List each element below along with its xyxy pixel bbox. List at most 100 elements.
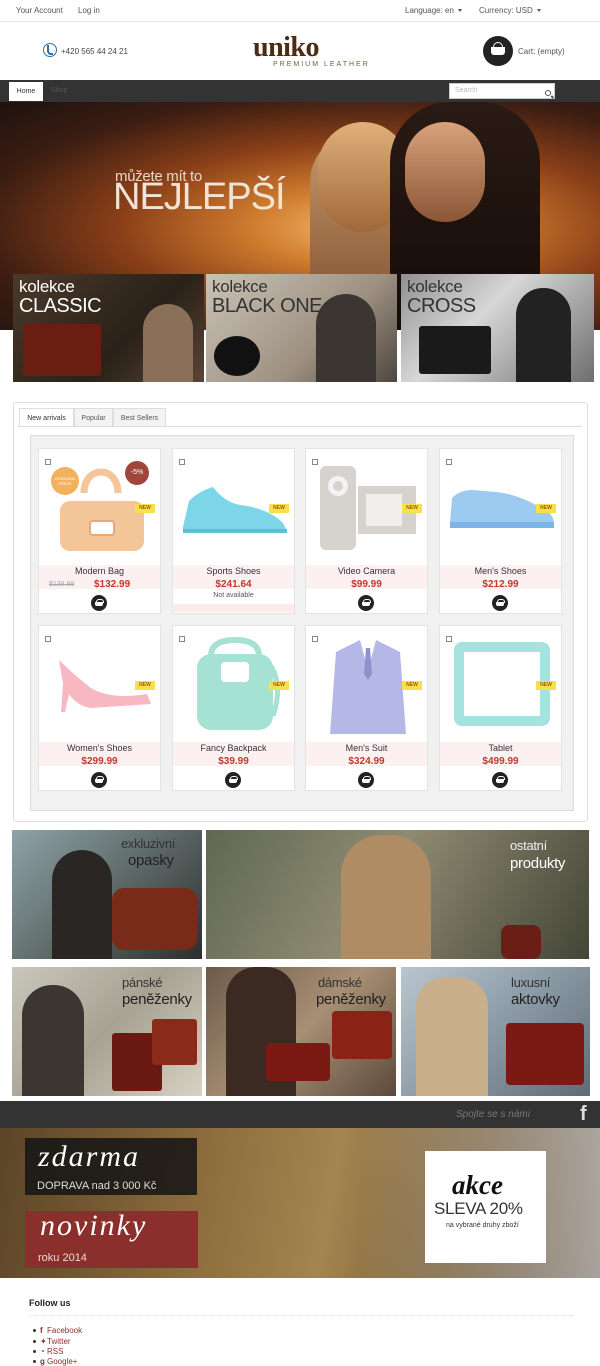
search-input[interactable]: Search	[449, 83, 555, 99]
product-card[interactable]: NEW Tablet $499.99	[439, 625, 562, 791]
banner-title: opasky	[128, 852, 174, 869]
logo[interactable]: uniko	[253, 34, 320, 62]
compare-checkbox[interactable]	[179, 459, 185, 465]
model-image	[143, 304, 193, 382]
product-price: $324.99	[348, 756, 385, 767]
follow-us-heading: Follow us	[29, 1298, 71, 1308]
top-bar: Your Account Log in Language: en Currenc…	[0, 0, 600, 22]
product-name[interactable]: Sports Shoes	[173, 566, 294, 576]
compare-checkbox[interactable]	[446, 459, 452, 465]
discount-badge: -5%	[125, 461, 149, 485]
cart-link[interactable]: Cart: (empty)	[518, 47, 565, 56]
compare-checkbox[interactable]	[45, 459, 51, 465]
footer-link-rss[interactable]: ◔ RSS	[33, 1347, 63, 1356]
footer-link-facebook[interactable]: f Facebook	[33, 1326, 82, 1335]
footer-link-twitter[interactable]: ✦Twitter	[33, 1337, 71, 1346]
add-to-cart-button[interactable]	[492, 595, 508, 611]
facebook-icon: f	[40, 1326, 43, 1335]
banner-briefcases[interactable]: luxusní aktovky	[401, 967, 590, 1096]
language-selector[interactable]: Language: en	[405, 6, 462, 15]
nav-home[interactable]: Home	[9, 82, 43, 101]
banner-label: exkluzivní	[121, 836, 176, 851]
banner-title: produkty	[510, 855, 566, 872]
product-name[interactable]: Video Camera	[306, 566, 427, 576]
your-account-link[interactable]: Your Account	[16, 6, 63, 15]
product-card[interactable]: NEW Men's Suit $324.99	[305, 625, 428, 791]
collection-cross[interactable]: kolekce CROSS	[401, 274, 594, 382]
banner-mens-wallets[interactable]: pánské peněženky	[12, 967, 202, 1096]
news-year: roku 2014	[38, 1252, 87, 1264]
product-card[interactable]: NEW Women's Shoes $299.99	[38, 625, 161, 791]
search-icon[interactable]	[545, 90, 551, 96]
product-card[interactable]: NEW Sports Shoes $241.64 Not available	[172, 448, 295, 614]
collection-black-one[interactable]: kolekce BLACK ONE	[206, 274, 397, 382]
footer-link-google-plus[interactable]: g Google+	[33, 1357, 77, 1366]
rss-icon: ◔	[40, 1347, 45, 1356]
banner-other-products[interactable]: ostatní produkty	[206, 830, 589, 959]
product-price: $132.99	[94, 579, 131, 590]
product-card[interactable]: NEW Fancy Backpack $39.99	[172, 625, 295, 791]
add-to-cart-button[interactable]	[225, 772, 241, 788]
banner-title: peněženky	[316, 991, 386, 1008]
sale-discount: SLEVA 20%	[434, 1199, 523, 1218]
compare-checkbox[interactable]	[45, 636, 51, 642]
product-price: $299.99	[81, 756, 118, 767]
product-card[interactable]: NEW Video Camera $99.99	[305, 448, 428, 614]
chevron-down-icon	[457, 9, 462, 12]
model-image	[341, 835, 431, 959]
facebook-icon[interactable]	[577, 1103, 591, 1126]
banner-belts[interactable]: exkluzivní opasky	[12, 830, 202, 959]
model-image	[22, 985, 84, 1096]
currency-label: Currency: USD	[479, 6, 533, 15]
product-name[interactable]: Men's Suit	[306, 743, 427, 753]
product-name[interactable]: Men's Shoes	[440, 566, 561, 576]
coin-purse-image	[214, 336, 260, 376]
free-shipping-text: DOPRAVA nad 3 000 Kč	[37, 1180, 157, 1192]
news-title: novinky	[40, 1209, 148, 1242]
product-name[interactable]: Women's Shoes	[39, 743, 160, 753]
compare-checkbox[interactable]	[312, 636, 318, 642]
free-shipping-title: zdarma	[38, 1140, 141, 1173]
footer-link-label: RSS	[47, 1347, 64, 1356]
tab-popular[interactable]: Popular	[74, 408, 113, 427]
hero-headline: NEJLEPŠÍ	[113, 176, 286, 218]
new-badge: NEW	[269, 504, 289, 513]
social-bar: Spojte se s námi	[0, 1101, 600, 1128]
currency-selector[interactable]: Currency: USD	[479, 6, 541, 15]
add-to-cart-button[interactable]	[91, 772, 107, 788]
tab-best-sellers[interactable]: Best Sellers	[113, 408, 166, 427]
social-text: Spojte se s námi	[456, 1109, 530, 1120]
footer-link-label: Facebook	[47, 1326, 83, 1335]
collection-name: BLACK ONE	[212, 295, 322, 317]
add-to-cart-button[interactable]	[358, 772, 374, 788]
banner-womens-wallets[interactable]: dámské peněženky	[206, 967, 396, 1096]
cart-button[interactable]	[483, 36, 513, 66]
product-name[interactable]: Tablet	[440, 743, 561, 753]
product-name[interactable]: Fancy Backpack	[173, 743, 294, 753]
product-name[interactable]: Modern Bag	[39, 566, 160, 576]
new-badge: NEW	[402, 681, 422, 690]
collection-name: CROSS	[407, 295, 476, 317]
login-link[interactable]: Log in	[78, 6, 100, 15]
collection-label: kolekce	[212, 277, 268, 296]
add-to-cart-button[interactable]	[492, 772, 508, 788]
model-image	[52, 850, 112, 959]
boot-image	[501, 925, 541, 959]
new-badge: NEW	[536, 504, 556, 513]
footer-link-label: Twitter	[47, 1337, 71, 1346]
product-card[interactable]: NEW Men's Shoes $212.99	[439, 448, 562, 614]
banner-title: aktovky	[511, 991, 560, 1008]
page: { "topbar": { "account": "Your Account",…	[0, 0, 600, 1366]
wallet-image	[332, 1011, 392, 1059]
wallet-image	[152, 1019, 197, 1065]
logo-tagline: PREMIUM LEATHER	[273, 61, 370, 68]
add-to-cart-button[interactable]	[91, 595, 107, 611]
sale-subtext: na vybrané druhy zboží	[446, 1222, 519, 1229]
product-card[interactable]: REDUCED PRICE! -5% NEW Modern Bag $139.9…	[38, 448, 161, 614]
add-to-cart-button[interactable]	[358, 595, 374, 611]
tab-new-arrivals[interactable]: New arrivals	[19, 408, 74, 427]
chevron-down-icon	[536, 9, 541, 12]
collection-classic[interactable]: kolekce CLASSIC	[13, 274, 204, 382]
nav-shop[interactable]: Shop	[51, 87, 67, 94]
availability-status: Not available	[213, 592, 254, 599]
